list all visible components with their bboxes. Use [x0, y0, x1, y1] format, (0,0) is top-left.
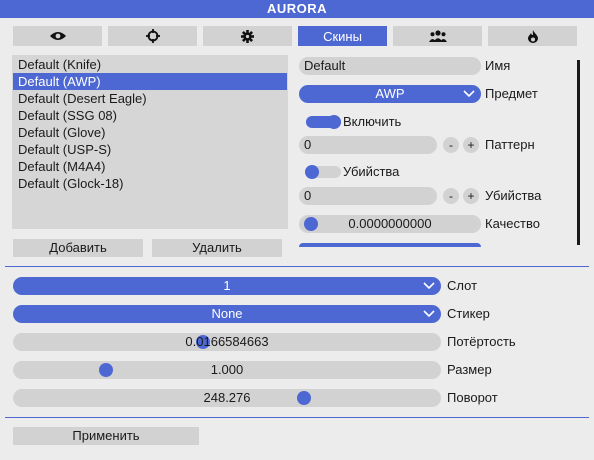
tab-visuals[interactable] — [13, 26, 102, 46]
tab-misc[interactable] — [488, 26, 577, 46]
pattern-label: Паттерн — [485, 137, 535, 152]
rotation-value: 248.276 — [203, 390, 251, 405]
remove-skin-button[interactable]: Удалить — [152, 239, 282, 257]
wear-value: 0.0166584663 — [185, 334, 269, 349]
slot-select-value: 1 — [223, 278, 231, 293]
slot-select[interactable]: 1 — [13, 277, 441, 295]
stattrak-label: Убийства — [343, 164, 400, 179]
enable-toggle[interactable] — [306, 115, 341, 129]
list-item[interactable]: Default (AWP) — [13, 73, 287, 90]
stattrak-toggle[interactable] — [305, 165, 341, 179]
partially-visible-control — [299, 243, 481, 247]
list-item[interactable]: Default (Knife) — [13, 56, 287, 73]
toggle-knob — [327, 115, 341, 129]
list-item[interactable]: Default (M4A4) — [13, 158, 287, 175]
crosshair-icon — [145, 29, 160, 43]
skin-name-label: Имя — [485, 58, 511, 73]
toggle-knob — [305, 165, 319, 179]
slider-knob[interactable] — [304, 217, 318, 231]
scale-value: 1.000 — [210, 362, 244, 377]
rotation-slider[interactable]: 248.276 — [13, 389, 441, 407]
sticker-select[interactable]: None — [13, 305, 441, 323]
pattern-minus-button[interactable]: - — [443, 137, 459, 153]
apply-button[interactable]: Применить — [13, 427, 199, 445]
quality-value: 0.0000000000 — [348, 216, 432, 231]
scale-label: Размер — [447, 362, 492, 377]
list-item[interactable]: Default (Glock-18) — [13, 175, 287, 192]
kills-minus-button[interactable]: - — [443, 188, 459, 204]
tab-settings[interactable] — [203, 26, 292, 46]
scale-slider[interactable]: 1.000 — [13, 361, 441, 379]
pattern-input[interactable]: 0 — [299, 136, 437, 154]
chevron-down-icon — [463, 90, 475, 98]
list-item[interactable]: Default (Desert Eagle) — [13, 90, 287, 107]
users-icon — [428, 30, 447, 42]
kills-input[interactable]: 0 — [299, 187, 437, 205]
sticker-select-value: None — [211, 306, 243, 321]
list-item[interactable]: Default (SSG 08) — [13, 107, 287, 124]
slot-label: Слот — [447, 278, 478, 293]
settings-scrollbar[interactable] — [577, 60, 580, 245]
flame-icon — [527, 29, 538, 43]
list-item[interactable]: Default (USP-S) — [13, 141, 287, 158]
chevron-down-icon — [423, 310, 435, 318]
skin-name-input[interactable]: Default — [299, 57, 481, 75]
wear-slider[interactable]: 0.0166584663 — [13, 333, 441, 351]
sticker-label: Стикер — [447, 306, 490, 321]
section-divider — [5, 266, 589, 267]
rotation-label: Поворот — [447, 390, 498, 405]
slider-knob[interactable] — [98, 363, 113, 377]
quality-label: Качество — [485, 216, 540, 231]
add-skin-button[interactable]: Добавить — [13, 239, 143, 257]
gear-icon — [241, 29, 254, 43]
skins-listbox[interactable]: Default (Knife) Default (AWP) Default (Des… — [12, 55, 288, 229]
kills-label: Убийства — [485, 188, 542, 203]
list-item[interactable]: Default (Glove) — [13, 124, 287, 141]
eye-icon — [49, 32, 66, 40]
kills-plus-button[interactable]: + — [463, 188, 479, 204]
tab-players[interactable] — [393, 26, 482, 46]
slider-knob[interactable] — [296, 391, 311, 405]
section-divider — [5, 417, 589, 418]
chevron-down-icon — [423, 282, 435, 290]
item-select[interactable]: AWP — [299, 85, 481, 103]
quality-slider[interactable]: 0.0000000000 — [299, 215, 481, 233]
wear-label: Потёртость — [447, 334, 516, 349]
item-select-value: AWP — [375, 86, 405, 101]
tab-aimbot[interactable] — [108, 26, 197, 46]
enable-label: Включить — [343, 114, 402, 129]
window-title: AURORA — [0, 0, 594, 18]
item-label: Предмет — [485, 86, 538, 101]
tab-skins[interactable]: Скины — [298, 26, 387, 46]
pattern-plus-button[interactable]: + — [463, 137, 479, 153]
